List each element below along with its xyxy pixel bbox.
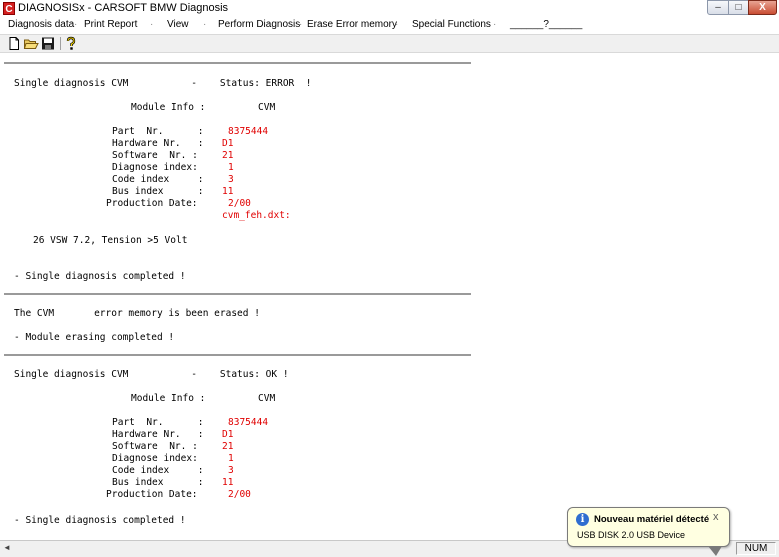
notification-balloon[interactable]: i Nouveau matériel détecté x USB DISK 2.… <box>567 507 730 556</box>
diag2-field-value: 21 <box>222 441 234 452</box>
diag1-field-value: 11 <box>222 186 234 197</box>
diag1-field-value: 21 <box>222 150 234 161</box>
report-area[interactable]: Single diagnosis CVM - Status: ERROR ! M… <box>0 53 779 540</box>
diag2-field-label: Software Nr. : <box>112 441 198 452</box>
menu-view[interactable]: View <box>167 19 189 30</box>
diag2-field-value: 11 <box>222 477 234 488</box>
erase-completed: - Module erasing completed ! <box>14 332 175 343</box>
maximize-button[interactable]: □ <box>728 0 749 15</box>
erase-line: The CVM error memory is been erased ! <box>14 308 260 319</box>
info-icon: i <box>576 513 589 526</box>
close-icon[interactable]: x <box>713 511 719 523</box>
menu-print-report[interactable]: Print Report <box>84 19 137 30</box>
diag1-field-label: Bus index : <box>112 186 204 197</box>
diag2-completed: - Single diagnosis completed ! <box>14 515 186 526</box>
diag2-field-label: Code index : <box>112 465 204 476</box>
diag2-field-value: 2/00 <box>228 489 251 500</box>
diag1-field-value: 2/00 <box>228 198 251 209</box>
menu-special-functions[interactable]: Special Functions <box>412 19 491 30</box>
notification-text: USB DISK 2.0 USB Device <box>577 530 686 540</box>
diag1-completed: - Single diagnosis completed ! <box>14 271 186 282</box>
diag1-field-label: Hardware Nr. : <box>112 138 204 149</box>
num-lock-indicator: NUM <box>736 542 776 555</box>
menu-separator: · <box>299 19 303 30</box>
diag1-field-value: 8375444 <box>228 126 269 137</box>
menu-separator: · <box>74 19 78 30</box>
diag2-field-value: 8375444 <box>228 417 269 428</box>
diag1-field-label: Code index : <box>112 174 204 185</box>
title-bar[interactable]: C DIAGNOSISx - CARSOFT BMW Diagnosis – □… <box>0 0 779 19</box>
diag2-field-label: Diagnose index: <box>112 453 198 464</box>
diag2-field-value: 3 <box>228 465 234 476</box>
close-button[interactable]: X <box>748 0 777 15</box>
toolbar-separator <box>60 37 61 50</box>
section-divider <box>4 293 471 295</box>
save-icon[interactable] <box>40 36 56 51</box>
diag1-header: Single diagnosis CVM - Status: ERROR ! <box>14 78 312 89</box>
diag1-field-label: Software Nr. : <box>112 150 198 161</box>
notification-title: Nouveau matériel détecté <box>594 514 710 525</box>
menu-diagnosis-data[interactable]: Diagnosis data <box>8 19 74 30</box>
toolbar <box>0 34 779 53</box>
diag2-field-value: D1 <box>222 429 234 440</box>
app-icon[interactable]: C <box>3 2 15 15</box>
balloon-tail <box>708 546 722 556</box>
diag2-module-info-value: CVM <box>258 393 276 404</box>
section-divider <box>4 62 471 64</box>
diag1-module-info-value: CVM <box>258 102 276 113</box>
menu-erase-error-memory[interactable]: Erase Error memory <box>307 19 397 30</box>
new-icon[interactable] <box>6 36 22 51</box>
help-icon[interactable] <box>63 36 79 51</box>
minimize-button[interactable]: – <box>707 0 729 15</box>
diag2-header: Single diagnosis CVM - Status: OK ! <box>14 369 289 380</box>
diag2-field-label: Part Nr. : <box>112 417 204 428</box>
diag1-error-line: 26 VSW 7.2, Tension >5 Volt <box>33 235 188 246</box>
diag2-field-label: Hardware Nr. : <box>112 429 204 440</box>
diag2-field-label: Production Date: <box>106 489 198 500</box>
menu-separator: · <box>150 19 154 30</box>
menu-separator: · <box>395 19 399 30</box>
diag1-module-info-label: Module Info : <box>131 102 206 113</box>
menu-bar: Diagnosis data · Print Report · View · P… <box>0 18 779 34</box>
menu-separator: · <box>203 19 207 30</box>
diag1-field-label: Diagnose index: <box>112 162 198 173</box>
section-divider <box>4 354 471 356</box>
open-icon[interactable] <box>23 36 39 51</box>
diag2-field-value: 1 <box>228 453 234 464</box>
diag1-field-label: Part Nr. : <box>112 126 204 137</box>
menu-help[interactable]: ______?______ <box>510 19 582 30</box>
diag2-module-info-label: Module Info : <box>131 393 206 404</box>
diag1-field-value: 1 <box>228 162 234 173</box>
menu-perform-diagnosis[interactable]: Perform Diagnosis <box>218 19 300 30</box>
diag1-field-value: 3 <box>228 174 234 185</box>
window-title: DIAGNOSISx - CARSOFT BMW Diagnosis <box>18 2 229 14</box>
scroll-left-icon[interactable]: ◄ <box>1 542 13 554</box>
diag1-field-value: D1 <box>222 138 234 149</box>
diag2-field-label: Bus index : <box>112 477 204 488</box>
diag1-field-label: Production Date: <box>106 198 198 209</box>
menu-separator: · <box>493 19 497 30</box>
diag1-file-name: cvm_feh.dxt: <box>222 210 291 221</box>
